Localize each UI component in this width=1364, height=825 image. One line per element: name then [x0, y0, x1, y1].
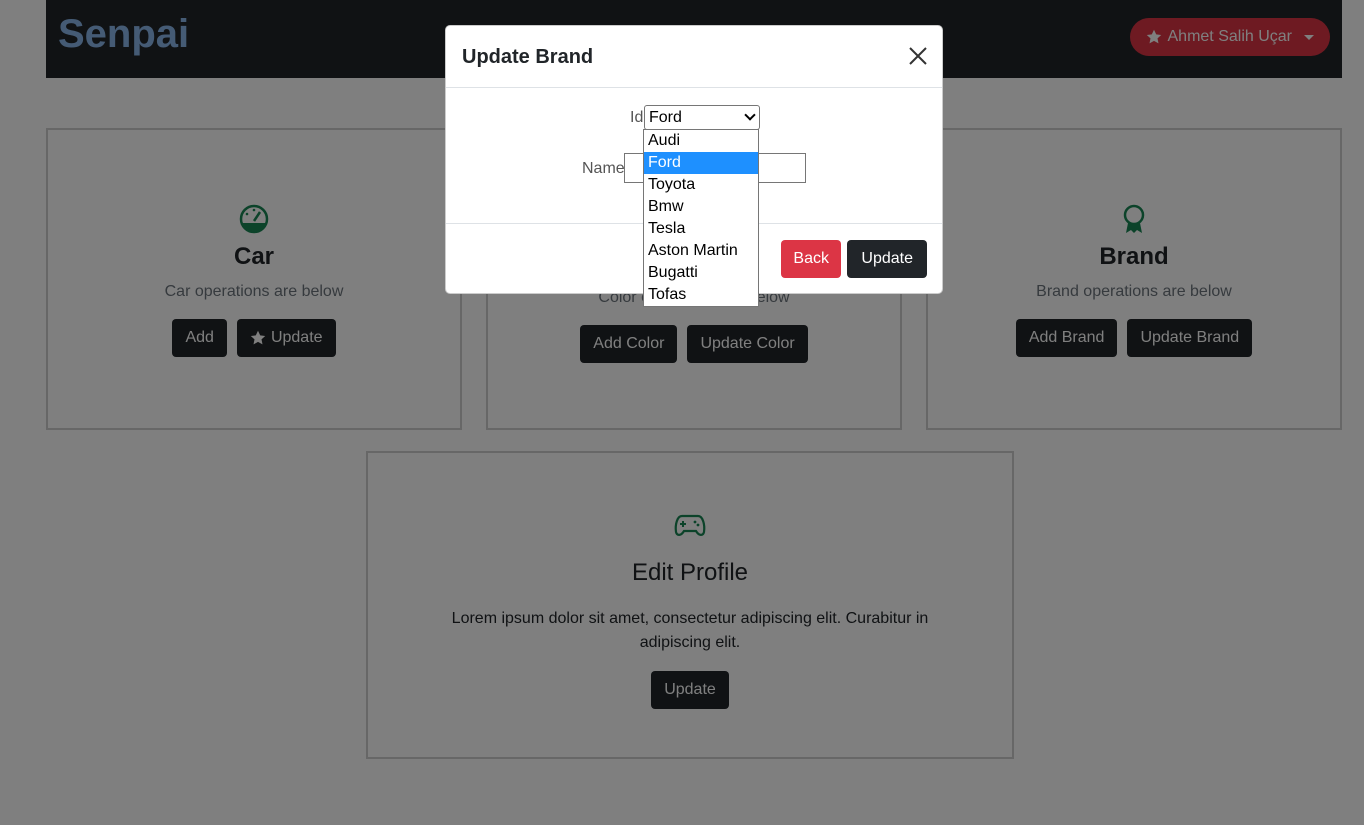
update-button[interactable]: Update — [847, 240, 927, 278]
id-label: Id — [630, 109, 644, 126]
brand-id-selected-value: Ford — [649, 109, 682, 126]
dropdown-option[interactable]: Audi — [644, 130, 758, 152]
modal-title: Update Brand — [462, 46, 594, 68]
brand-id-select[interactable]: Ford — [644, 105, 760, 130]
close-icon — [909, 47, 927, 65]
back-button[interactable]: Back — [781, 240, 841, 278]
dropdown-option[interactable]: Ford — [644, 152, 758, 174]
name-label: Name — [582, 160, 625, 177]
dropdown-option[interactable]: Tofas — [644, 284, 758, 306]
chevron-down-icon — [744, 109, 756, 121]
dropdown-option[interactable]: Bmw — [644, 196, 758, 218]
dropdown-option[interactable]: Bugatti — [644, 262, 758, 284]
dropdown-option[interactable]: Tesla — [644, 218, 758, 240]
brand-options-list: Audi Ford Toyota Bmw Tesla Aston Martin Bugatt… — [643, 129, 759, 307]
modal-header: Update Brand — [446, 26, 942, 88]
dropdown-option[interactable]: Toyota — [644, 174, 758, 196]
dropdown-option[interactable]: Aston Martin — [644, 240, 758, 262]
close-button[interactable] — [908, 46, 928, 66]
